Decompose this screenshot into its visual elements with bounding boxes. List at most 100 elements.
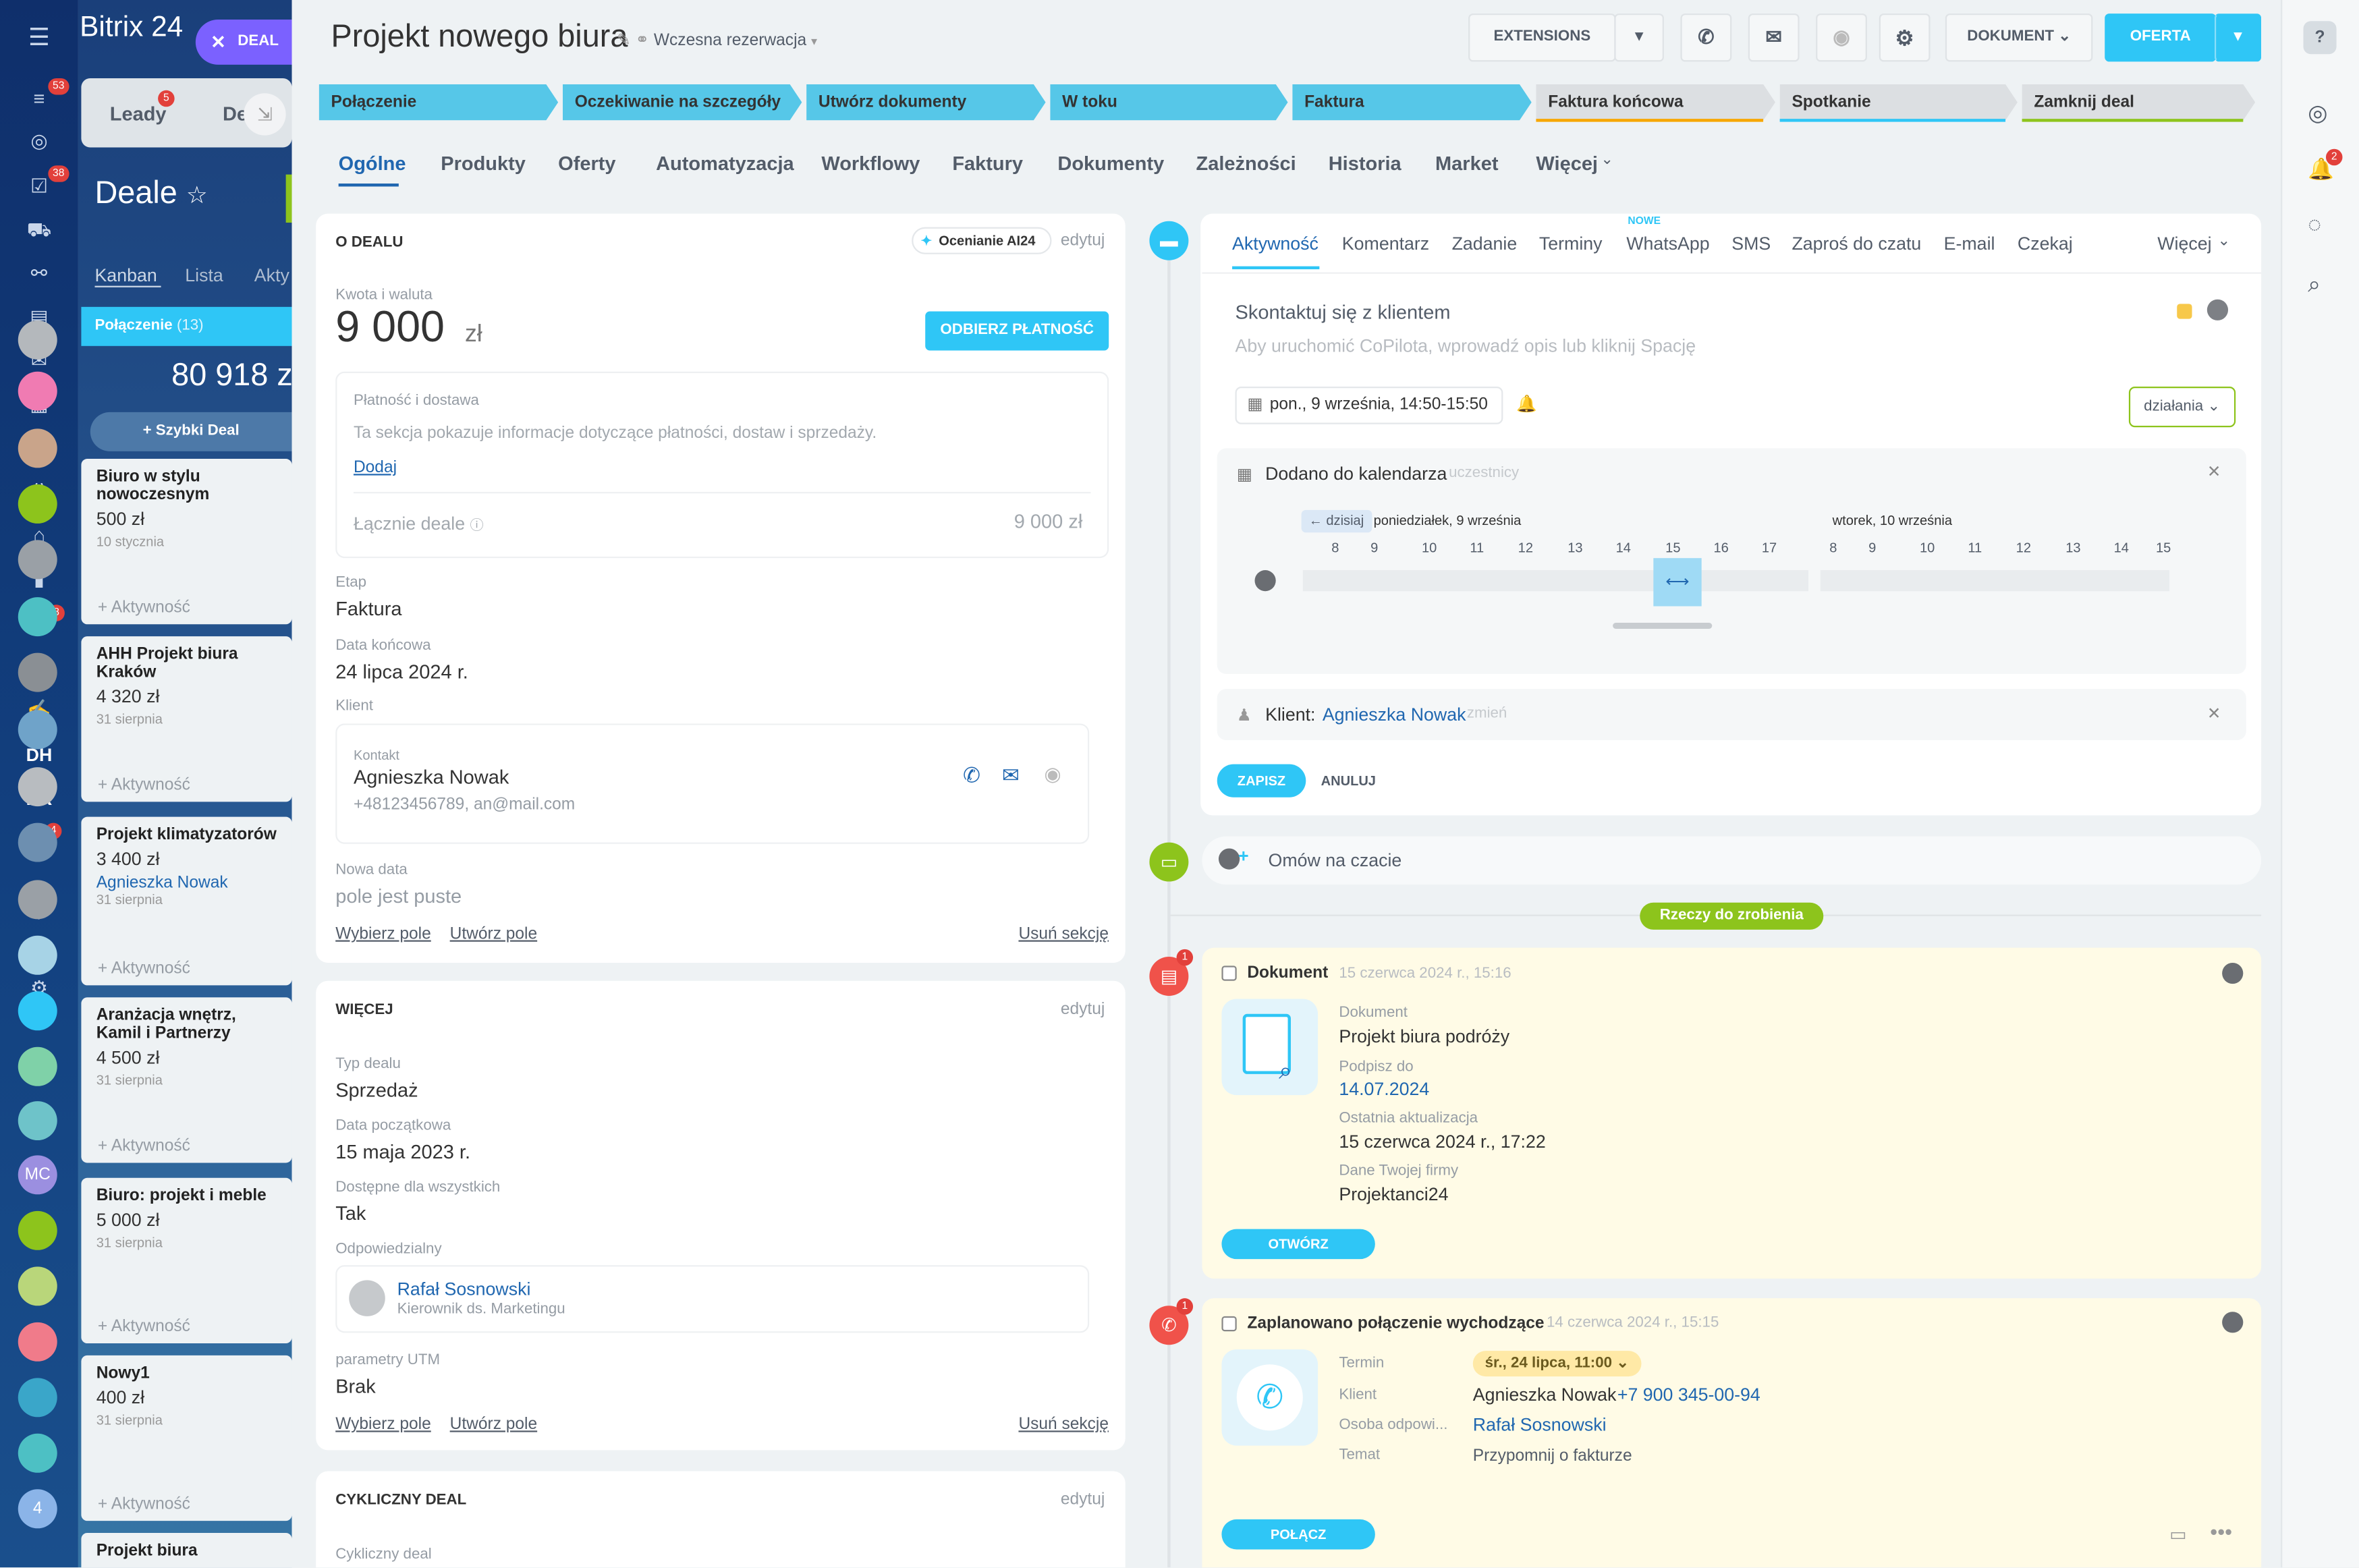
- cancel-button[interactable]: ANULUJ: [1321, 773, 1376, 788]
- call-checkbox[interactable]: [1221, 1316, 1237, 1332]
- collapse-icon[interactable]: ⇲: [244, 93, 286, 136]
- kanban-card-add-activity[interactable]: + Aktywność: [98, 1495, 190, 1513]
- avatar[interactable]: [18, 822, 57, 862]
- stage-4[interactable]: W toku: [1050, 84, 1287, 121]
- stage-2[interactable]: Oczekiwanie na szczegóły: [563, 84, 802, 121]
- avatar[interactable]: [18, 428, 57, 468]
- stage-8[interactable]: Zamknij deal: [2022, 84, 2256, 121]
- tab-leads[interactable]: Leady: [110, 103, 167, 125]
- save-button[interactable]: ZAPISZ: [1217, 764, 1306, 797]
- about-edit-link[interactable]: edytuj: [1061, 231, 1105, 250]
- at-icon[interactable]: ◎: [2308, 99, 2327, 126]
- kanban-card[interactable]: Biuro: projekt i meble 5 000 zł 31 sierpni…: [81, 1177, 292, 1344]
- contact-chat-icon[interactable]: ◉: [1044, 762, 1061, 787]
- change-client-link[interactable]: zmień: [1467, 706, 1507, 723]
- phone-button[interactable]: ✆: [1680, 13, 1732, 62]
- offer-dropdown[interactable]: ▾: [2214, 13, 2262, 62]
- avatar[interactable]: [18, 1101, 57, 1141]
- color-picker[interactable]: [2177, 304, 2192, 319]
- kanban-card-add-activity[interactable]: + Aktywność: [98, 959, 190, 978]
- avatar[interactable]: [18, 991, 57, 1031]
- chat-icon[interactable]: ◌: [2308, 212, 2321, 237]
- copilot-hint[interactable]: Aby uruchomić CoPilota, wprowadź opis lu…: [1236, 335, 1696, 356]
- activity-tab-5[interactable]: WhatsApp: [1626, 233, 1709, 254]
- tab-4[interactable]: Automatyzacja: [656, 152, 794, 174]
- call-deadline[interactable]: śr., 24 lipca, 11:00 ⌄: [1472, 1351, 1641, 1377]
- kanban-card[interactable]: Nowy1 400 zł 31 sierpnia + Aktywność: [81, 1355, 292, 1521]
- cyclic-edit-link[interactable]: edytuj: [1061, 1491, 1105, 1509]
- bell-icon[interactable]: 🔔: [1516, 394, 1537, 414]
- activity-tab-1[interactable]: Aktywność: [1232, 233, 1319, 254]
- settings-button[interactable]: ⚙: [1879, 13, 1931, 62]
- tab-8[interactable]: Zależności: [1196, 152, 1296, 174]
- kanban-card[interactable]: Projekt klimatyzatorów 3 400 zł Agnieszka …: [81, 816, 292, 986]
- avatar[interactable]: [18, 1210, 57, 1250]
- view-kanban[interactable]: Kanban: [94, 264, 161, 287]
- extensions-button[interactable]: EXTENSIONS: [1468, 13, 1616, 62]
- cart-icon[interactable]: ⛟: [24, 215, 55, 246]
- kanban-card-add-activity[interactable]: + Aktywność: [98, 1138, 190, 1156]
- participants-link[interactable]: uczestnicy: [1449, 465, 1519, 482]
- avatar[interactable]: [18, 652, 57, 692]
- scrollbar[interactable]: [1613, 623, 1713, 629]
- mc-avatar[interactable]: MC: [18, 1155, 57, 1195]
- start-date-value[interactable]: 15 maja 2023 r.: [335, 1140, 470, 1163]
- avatar[interactable]: [18, 935, 57, 975]
- tab-3[interactable]: Oferty: [558, 152, 615, 174]
- avatar[interactable]: [18, 371, 57, 411]
- tab-6[interactable]: Faktury: [952, 152, 1023, 174]
- stage-value[interactable]: Faktura: [335, 597, 401, 619]
- create-field-link[interactable]: Utwórz pole: [450, 925, 537, 943]
- activity-tab-9[interactable]: Czekaj: [2018, 233, 2073, 254]
- responsible-name[interactable]: Rafał Sosnowski: [397, 1279, 531, 1299]
- activity-tab-2[interactable]: Komentarz: [1342, 233, 1429, 254]
- available-value[interactable]: Tak: [335, 1202, 366, 1224]
- choose-field-link[interactable]: Wybierz pole: [335, 1416, 431, 1434]
- chevron-down-icon[interactable]: ▾: [811, 34, 817, 48]
- kanban-card[interactable]: Aranżacja wnętrz, Kamil i Partnerzy 4 500…: [81, 997, 292, 1163]
- client-name[interactable]: Agnieszka Nowak: [1323, 704, 1466, 725]
- choose-field-link[interactable]: Wybierz pole: [335, 925, 431, 943]
- chat-label[interactable]: Omów na czacie: [1269, 850, 1402, 871]
- tab-2[interactable]: Produkty: [441, 152, 526, 174]
- avatar[interactable]: [18, 540, 57, 580]
- quick-deal-button[interactable]: + Szybki Deal: [90, 412, 292, 451]
- stage-6[interactable]: Faktura końcowa: [1536, 84, 1775, 121]
- kanban-card-add-activity[interactable]: + Aktywność: [98, 776, 190, 794]
- open-button[interactable]: OTWÓRZ: [1221, 1229, 1375, 1260]
- stage-7[interactable]: Spotkanie: [1780, 84, 2018, 121]
- create-field-link[interactable]: Utwórz pole: [450, 1416, 537, 1434]
- tab-11[interactable]: Więcej: [1536, 152, 1598, 174]
- contact-name[interactable]: Agnieszka Nowak: [354, 766, 509, 788]
- pencil-icon[interactable]: ✎: [617, 32, 631, 50]
- target-icon[interactable]: ◎: [24, 126, 55, 157]
- more-icon[interactable]: •••: [2210, 1519, 2232, 1544]
- avatar[interactable]: [18, 880, 57, 920]
- activity-tab-7[interactable]: Zaproś do czatu: [1792, 233, 1921, 254]
- tab-7[interactable]: Dokumenty: [1057, 152, 1164, 174]
- help-icon[interactable]: ⓘ: [470, 517, 484, 532]
- activity-tab-10[interactable]: Więcej: [2157, 233, 2211, 254]
- connect-button[interactable]: POŁĄCZ: [1221, 1519, 1375, 1550]
- avatar[interactable]: [18, 1378, 57, 1418]
- more-edit-link[interactable]: edytuj: [1061, 1001, 1105, 1019]
- star-icon[interactable]: ☆: [186, 184, 208, 209]
- activity-tab-4[interactable]: Terminy: [1539, 233, 1603, 254]
- add-payment-link[interactable]: Dodaj: [354, 459, 397, 477]
- activity-tab-8[interactable]: E-mail: [1944, 233, 1995, 254]
- subtitle[interactable]: Wczesna rezerwacja: [654, 32, 806, 50]
- stage-1[interactable]: Połączenie: [319, 84, 559, 121]
- chevron-down-icon[interactable]: ⌄: [2217, 233, 2230, 250]
- tab-1[interactable]: Ogólne: [339, 152, 406, 174]
- remove-section-link[interactable]: Usuń sekcję: [1018, 1416, 1109, 1434]
- new-date-value[interactable]: pole jest puste: [335, 885, 462, 907]
- avatar[interactable]: 4: [18, 1489, 57, 1529]
- note-icon[interactable]: ▭: [2169, 1524, 2186, 1545]
- date-picker[interactable]: ▦ pon., 9 września, 14:50-15:50: [1235, 387, 1503, 424]
- activity-tab-6[interactable]: SMS: [1731, 233, 1771, 254]
- menu-icon[interactable]: ☰: [24, 24, 55, 55]
- avatar[interactable]: [18, 597, 57, 637]
- today-button[interactable]: ← dzisiaj: [1301, 509, 1372, 533]
- avatar[interactable]: [18, 484, 57, 524]
- share-icon[interactable]: ⚯: [24, 258, 55, 289]
